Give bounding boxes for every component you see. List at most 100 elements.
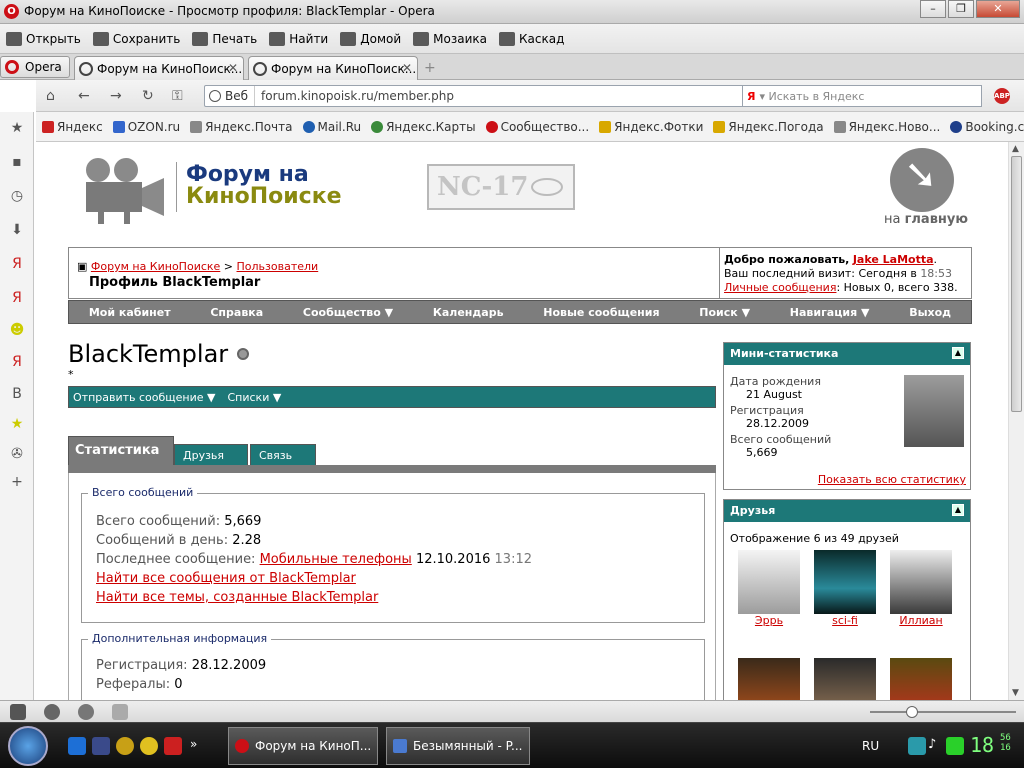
- home-icon[interactable]: ⌂: [46, 88, 55, 104]
- smiley-icon[interactable]: ☻: [9, 322, 25, 338]
- quicklaunch-more-icon[interactable]: »: [190, 737, 208, 755]
- vk-icon[interactable]: B: [9, 386, 25, 402]
- nav-navigation[interactable]: Навигация ▼: [790, 306, 870, 319]
- nav-search[interactable]: Поиск ▼: [699, 306, 750, 319]
- friend-avatar[interactable]: [890, 550, 952, 614]
- back-icon[interactable]: ←: [78, 88, 90, 104]
- app-icon[interactable]: [116, 737, 134, 755]
- browser-tab[interactable]: Форум на КиноПоиск... ✕: [74, 56, 244, 80]
- nav-community[interactable]: Сообщество ▼: [303, 306, 393, 319]
- scrollbar-thumb[interactable]: [1011, 156, 1022, 412]
- nav-new-posts[interactable]: Новые сообщения: [543, 306, 659, 319]
- menu-cascade[interactable]: Каскад: [499, 31, 564, 46]
- friend-name-link[interactable]: sci-fi: [832, 614, 858, 627]
- friend-avatar[interactable]: [738, 658, 800, 700]
- language-indicator[interactable]: RU: [862, 739, 879, 753]
- address-url[interactable]: forum.kinopoisk.ru/member.php: [255, 89, 454, 103]
- add-panel-icon[interactable]: +: [9, 474, 25, 490]
- menu-print[interactable]: Печать: [192, 31, 257, 46]
- bookmark-item[interactable]: Booking.com: [950, 120, 1024, 134]
- film-camera-logo-icon[interactable]: [68, 156, 168, 226]
- cloud-sync-icon[interactable]: [44, 704, 60, 720]
- yandex-panel-icon[interactable]: Я: [9, 256, 25, 272]
- minimize-button[interactable]: –: [920, 0, 946, 18]
- current-user-link[interactable]: Jake LaMotta: [853, 253, 934, 266]
- friend-card[interactable]: Эррь: [738, 550, 800, 627]
- opera-menu-button[interactable]: Opera: [0, 56, 70, 78]
- reload-icon[interactable]: ↻: [142, 88, 154, 104]
- bookmark-item[interactable]: Яндекс.Погода: [713, 120, 824, 134]
- bookmark-item[interactable]: Яндекс.Ново...: [833, 120, 940, 134]
- last-post-link[interactable]: Мобильные телефоны: [260, 552, 412, 567]
- friend-name-link[interactable]: Иллиан: [899, 614, 942, 627]
- yandex-panel-icon[interactable]: Я: [9, 290, 25, 306]
- send-message-menu[interactable]: Отправить сообщение ▼: [73, 391, 215, 404]
- search-dropdown-icon[interactable]: ▾: [759, 90, 768, 103]
- tab-close-icon[interactable]: ✕: [228, 61, 238, 75]
- key-icon[interactable]: ⚿: [172, 88, 183, 104]
- friend-avatar[interactable]: [890, 658, 952, 700]
- menu-save[interactable]: Сохранить: [92, 31, 180, 46]
- nav-my-cabinet[interactable]: Мой кабинет: [89, 306, 171, 319]
- friend-card[interactable]: Иллиан: [890, 550, 952, 627]
- tab-contact[interactable]: Связь: [250, 444, 316, 466]
- bookmarks-star-icon[interactable]: ★: [9, 120, 25, 136]
- yandex-panel-icon[interactable]: Я: [9, 354, 25, 370]
- scroll-down-icon[interactable]: ▼: [1012, 688, 1019, 698]
- volume-icon[interactable]: ♪: [928, 737, 946, 755]
- clock[interactable]: 18 56 16: [970, 733, 1011, 757]
- windows-start-icon[interactable]: [8, 726, 48, 766]
- friend-card[interactable]: [890, 658, 952, 700]
- bookmark-item[interactable]: Яндекс: [42, 120, 103, 134]
- maximize-button[interactable]: ❐: [948, 0, 974, 18]
- home-arrow-icon[interactable]: [890, 148, 954, 212]
- search-field[interactable]: Я ▾ Искать в Яндекс: [742, 85, 982, 107]
- friend-avatar[interactable]: [814, 658, 876, 700]
- notes-icon[interactable]: ▪: [9, 154, 25, 170]
- site-name[interactable]: Форум на КиноПоиске: [186, 164, 342, 208]
- taskbar-task-opera[interactable]: Форум на КиноП...: [228, 727, 378, 765]
- nav-help[interactable]: Справка: [210, 306, 263, 319]
- browser-tab[interactable]: Форум на КиноПоиск... ✕: [248, 56, 418, 80]
- panel-toggle-icon[interactable]: [10, 704, 26, 720]
- find-all-threads-link[interactable]: Найти все темы, созданные BlackTemplar: [96, 590, 378, 605]
- bookmark-item[interactable]: OZON.ru: [112, 120, 180, 134]
- menu-tile[interactable]: Мозаика: [413, 31, 487, 46]
- friend-avatar[interactable]: [738, 550, 800, 614]
- zoom-slider[interactable]: [870, 706, 1016, 718]
- battery-icon[interactable]: [946, 737, 964, 755]
- private-messages-link[interactable]: Личные сообщения: [724, 281, 836, 294]
- app-icon[interactable]: [164, 737, 182, 755]
- show-all-stats-link[interactable]: Показать всю статистику: [818, 473, 966, 486]
- bookmark-item[interactable]: Mail.Ru: [302, 120, 361, 134]
- app-icon[interactable]: [92, 737, 110, 755]
- lists-menu[interactable]: Списки ▼: [227, 391, 281, 404]
- zoom-slider-knob[interactable]: [906, 706, 918, 718]
- friend-name-link[interactable]: Эррь: [755, 614, 783, 627]
- close-button[interactable]: ✕: [976, 0, 1020, 18]
- forward-icon[interactable]: →: [110, 88, 122, 104]
- home-link[interactable]: на главную: [884, 212, 968, 227]
- favorites-star-icon[interactable]: ★: [9, 416, 25, 432]
- bookmark-item[interactable]: Сообщество...: [485, 120, 589, 134]
- adblock-icon[interactable]: ABP: [994, 88, 1010, 104]
- taskbar-task-paint[interactable]: Безымянный - P...: [386, 727, 530, 765]
- bookmark-item[interactable]: Яндекс.Карты: [371, 120, 476, 134]
- tab-statistics[interactable]: Статистика: [68, 436, 174, 466]
- collapse-icon[interactable]: ▲: [952, 504, 964, 516]
- friend-avatar[interactable]: [814, 550, 876, 614]
- friend-card[interactable]: sci-fi: [814, 550, 876, 627]
- nav-logout[interactable]: Выход: [909, 306, 951, 319]
- tab-friends[interactable]: Друзья: [174, 444, 248, 466]
- menu-open[interactable]: Открыть: [6, 31, 81, 46]
- friend-card[interactable]: [738, 658, 800, 700]
- history-clock-icon[interactable]: ◷: [9, 188, 25, 204]
- friend-card[interactable]: [814, 658, 876, 700]
- breadcrumb-section-link[interactable]: Пользователи: [237, 260, 319, 273]
- bookmark-item[interactable]: Яндекс.Почта: [190, 120, 293, 134]
- film-reel-icon[interactable]: ✇: [9, 446, 25, 462]
- tray-icon[interactable]: [908, 737, 926, 755]
- nav-calendar[interactable]: Календарь: [433, 306, 504, 319]
- ie-icon[interactable]: [68, 737, 86, 755]
- avatar[interactable]: [904, 375, 964, 447]
